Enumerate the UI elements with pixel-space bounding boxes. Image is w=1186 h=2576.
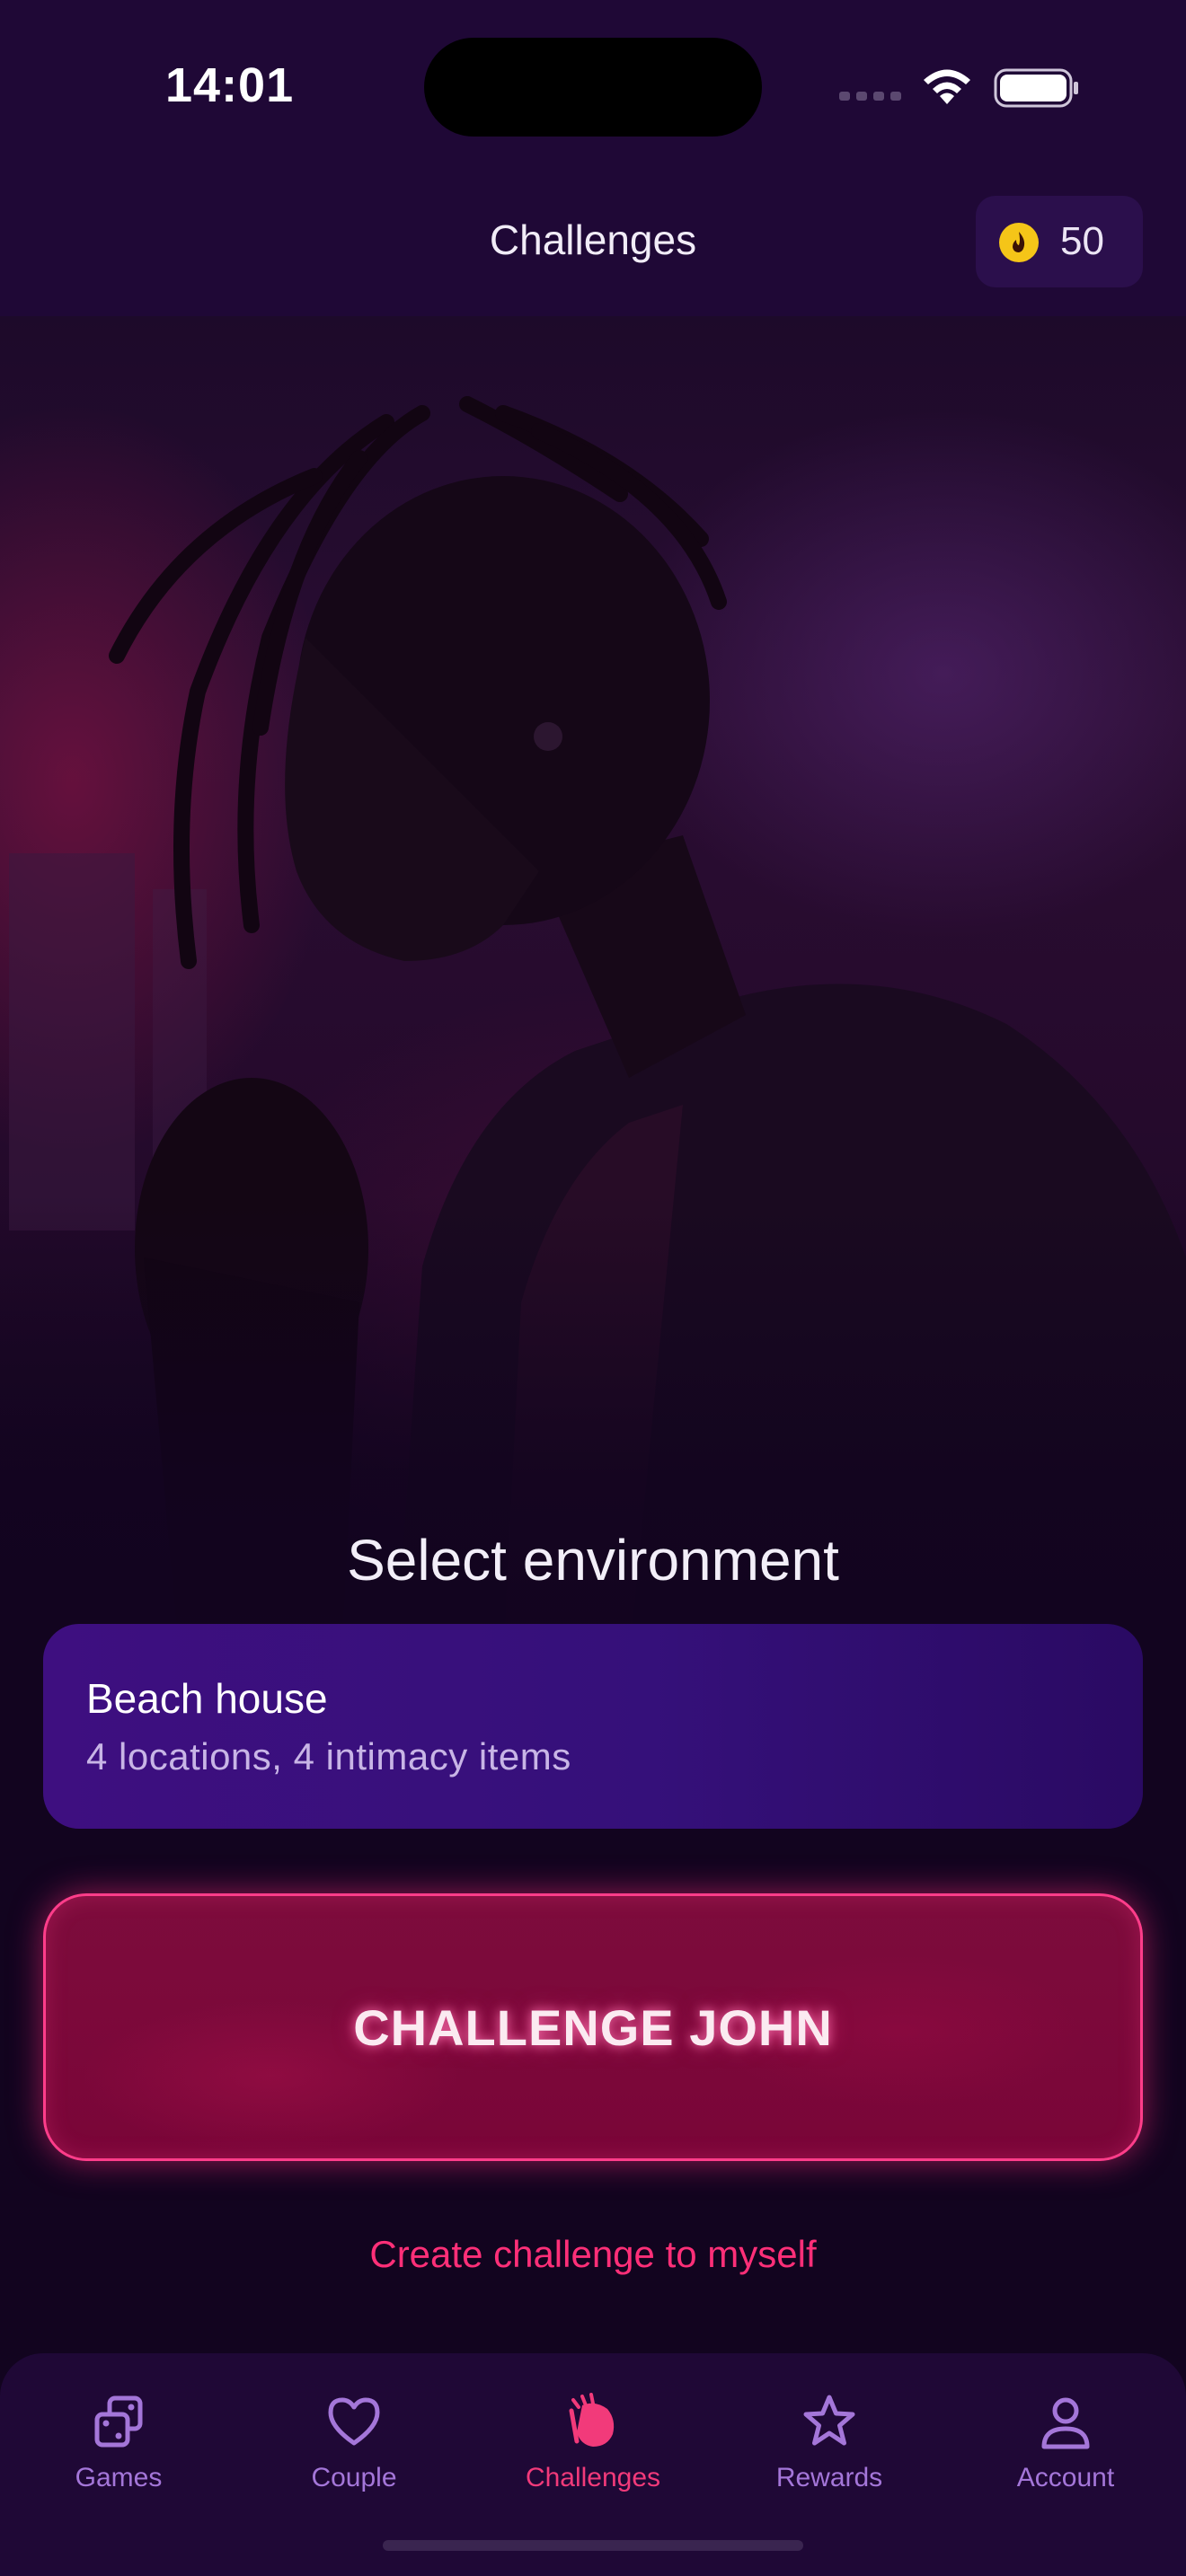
- create-self-challenge-link[interactable]: Create challenge to myself: [0, 2233, 1186, 2276]
- wifi-icon: [924, 69, 970, 104]
- coin-balance-value: 50: [1060, 219, 1104, 263]
- tab-label-couple: Couple: [311, 2463, 397, 2492]
- challenge-partner-button[interactable]: CHALLENGE JOHN: [43, 1893, 1143, 2161]
- coin-balance-badge[interactable]: 50: [976, 196, 1143, 287]
- status-time: 14:01: [165, 58, 295, 112]
- tab-couple[interactable]: Couple: [246, 2393, 462, 2519]
- dice-icon: [94, 2395, 143, 2448]
- tab-label-account: Account: [1016, 2463, 1115, 2492]
- tab-label-challenges: Challenges: [525, 2463, 661, 2492]
- environment-card[interactable]: Beach house 4 locations, 4 intimacy item…: [43, 1624, 1143, 1829]
- tab-label-rewards: Rewards: [775, 2463, 883, 2492]
- hero-photo: [0, 314, 1186, 1662]
- dynamic-island: [424, 38, 762, 137]
- challenge-button-label: CHALLENGE JOHN: [353, 1999, 833, 2056]
- flame-coin-icon: [999, 223, 1039, 262]
- tab-games[interactable]: Games: [11, 2393, 226, 2519]
- screen: 14:01 Challenges 50 Select environment B…: [0, 0, 1186, 2576]
- battery-icon: [994, 68, 1078, 108]
- heart-icon: [328, 2397, 380, 2446]
- section-title: Select environment: [347, 1528, 839, 1592]
- tab-rewards[interactable]: Rewards: [721, 2393, 937, 2519]
- cellular-signal-icon: [839, 92, 901, 101]
- star-icon: [803, 2395, 855, 2446]
- environment-name: Beach house: [86, 1675, 328, 1722]
- challenge-cards-icon: [569, 2393, 615, 2447]
- tab-label-games: Games: [75, 2463, 163, 2492]
- environment-description: 4 locations, 4 intimacy items: [86, 1735, 571, 1778]
- person-icon: [1041, 2397, 1090, 2449]
- tab-account[interactable]: Account: [958, 2393, 1173, 2519]
- tab-challenges[interactable]: Challenges: [485, 2393, 701, 2519]
- home-indicator[interactable]: [383, 2540, 803, 2551]
